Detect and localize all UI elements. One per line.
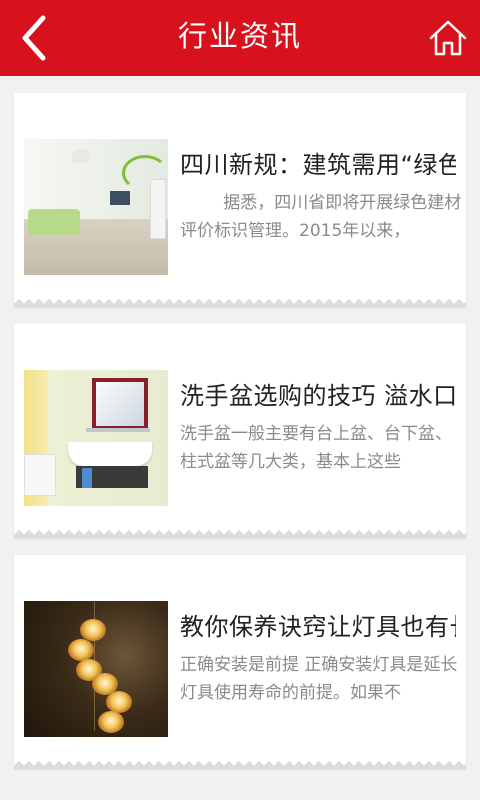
news-card-title: 四川新规：建筑需用“绿色 (180, 151, 456, 179)
pendant-lights-thumbnail (24, 601, 168, 737)
page-title: 行业资讯 (177, 19, 302, 53)
card-bottom-edge (14, 759, 466, 769)
home-icon (429, 20, 467, 56)
washbasin-thumbnail (24, 370, 168, 506)
app-header: 行业资讯 (0, 0, 480, 76)
news-card-summary: 洗手盆一般主要有台上盆、台下盆、柱式盆等几大类，基本上这些 (180, 424, 452, 472)
news-card[interactable]: 洗手盆选购的技巧 溢水口 洗手盆一般主要有台上盆、台下盆、柱式盆等几大类，基本上… (14, 324, 466, 538)
news-card[interactable]: 四川新规：建筑需用“绿色 据悉，四川省即将开展绿色建材评价标识管理。2015年以… (14, 93, 466, 307)
home-button[interactable] (426, 14, 470, 62)
news-card-summary: 据悉，四川省即将开展绿色建材评价标识管理。2015年以来， (180, 193, 462, 241)
news-card-title: 教你保养诀窍让灯具也有长 (180, 613, 456, 641)
news-card[interactable]: 教你保养诀窍让灯具也有长 正确安装是前提 正确安装灯具是延长灯具使用寿命的前提。… (14, 555, 466, 769)
news-card-summary: 正确安装是前提 正确安装灯具是延长灯具使用寿命的前提。如果不 (180, 655, 458, 703)
card-bottom-edge (14, 297, 466, 307)
living-room-thumbnail (24, 139, 168, 275)
card-bottom-edge (14, 528, 466, 538)
news-list: 四川新规：建筑需用“绿色 据悉，四川省即将开展绿色建材评价标识管理。2015年以… (0, 76, 480, 800)
news-card-title: 洗手盆选购的技巧 溢水口 (180, 382, 456, 410)
